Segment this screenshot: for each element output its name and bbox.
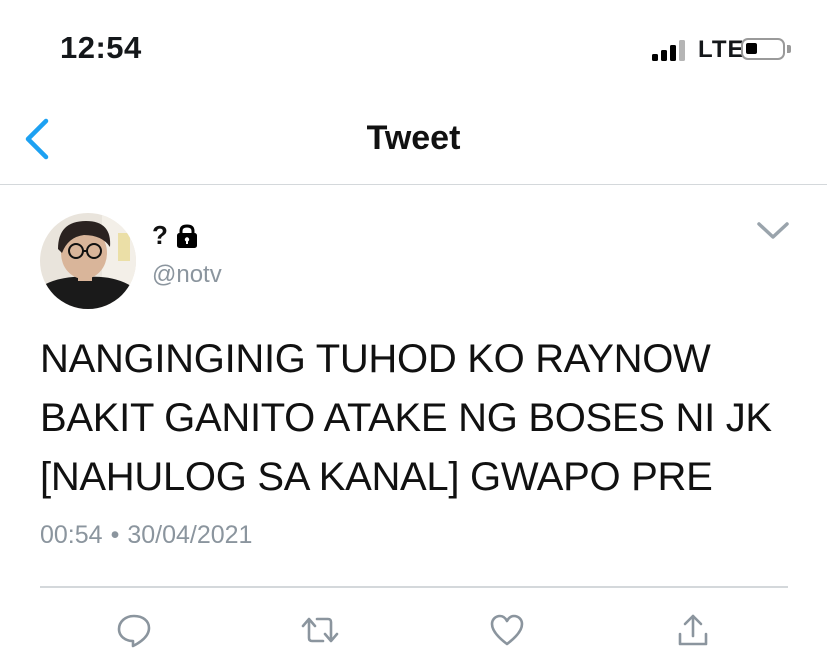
tweet-date: 30/04/2021: [127, 521, 253, 549]
author-name-row[interactable]: ?: [152, 220, 200, 251]
retweet-icon: [301, 614, 339, 651]
reply-icon: [116, 612, 152, 653]
tweet-text: NANGINGINIG TUHOD KO RAYNOW BAKIT GANITO…: [40, 330, 800, 507]
signal-strength-icon: [652, 39, 690, 61]
retweet-button[interactable]: [300, 612, 340, 652]
status-bar: 12:54 LTE: [0, 0, 827, 95]
tweet-timestamp: 00:54 • 30/04/2021: [40, 521, 252, 550]
display-name[interactable]: ?: [152, 220, 168, 251]
meta-separator: •: [110, 521, 120, 549]
like-button[interactable]: [487, 612, 527, 652]
tweet-text-line: BAKIT GANITO ATAKE NG BOSES NI JK: [40, 396, 772, 440]
status-time: 12:54: [60, 30, 142, 65]
battery-icon: [741, 38, 785, 60]
avatar[interactable]: [40, 213, 136, 309]
tweet-text-line: NANGINGINIG TUHOD KO RAYNOW: [40, 337, 711, 381]
page-title: Tweet: [366, 119, 461, 157]
battery-tip-icon: [787, 45, 791, 53]
tweet-text-line: [NAHULOG SA KANAL] GWAPO PRE: [40, 455, 713, 499]
user-handle[interactable]: @notv: [152, 261, 222, 289]
share-icon: [676, 612, 710, 653]
nav-bar: Tweet: [0, 95, 827, 185]
divider: [40, 586, 788, 588]
heart-icon: [489, 613, 525, 652]
share-button[interactable]: [673, 612, 713, 652]
reply-button[interactable]: [114, 612, 154, 652]
tweet-time: 00:54: [40, 521, 103, 549]
battery-level: [746, 43, 757, 54]
chevron-down-icon[interactable]: [755, 218, 791, 242]
network-type: LTE: [698, 36, 745, 63]
lock-icon: [174, 223, 200, 249]
